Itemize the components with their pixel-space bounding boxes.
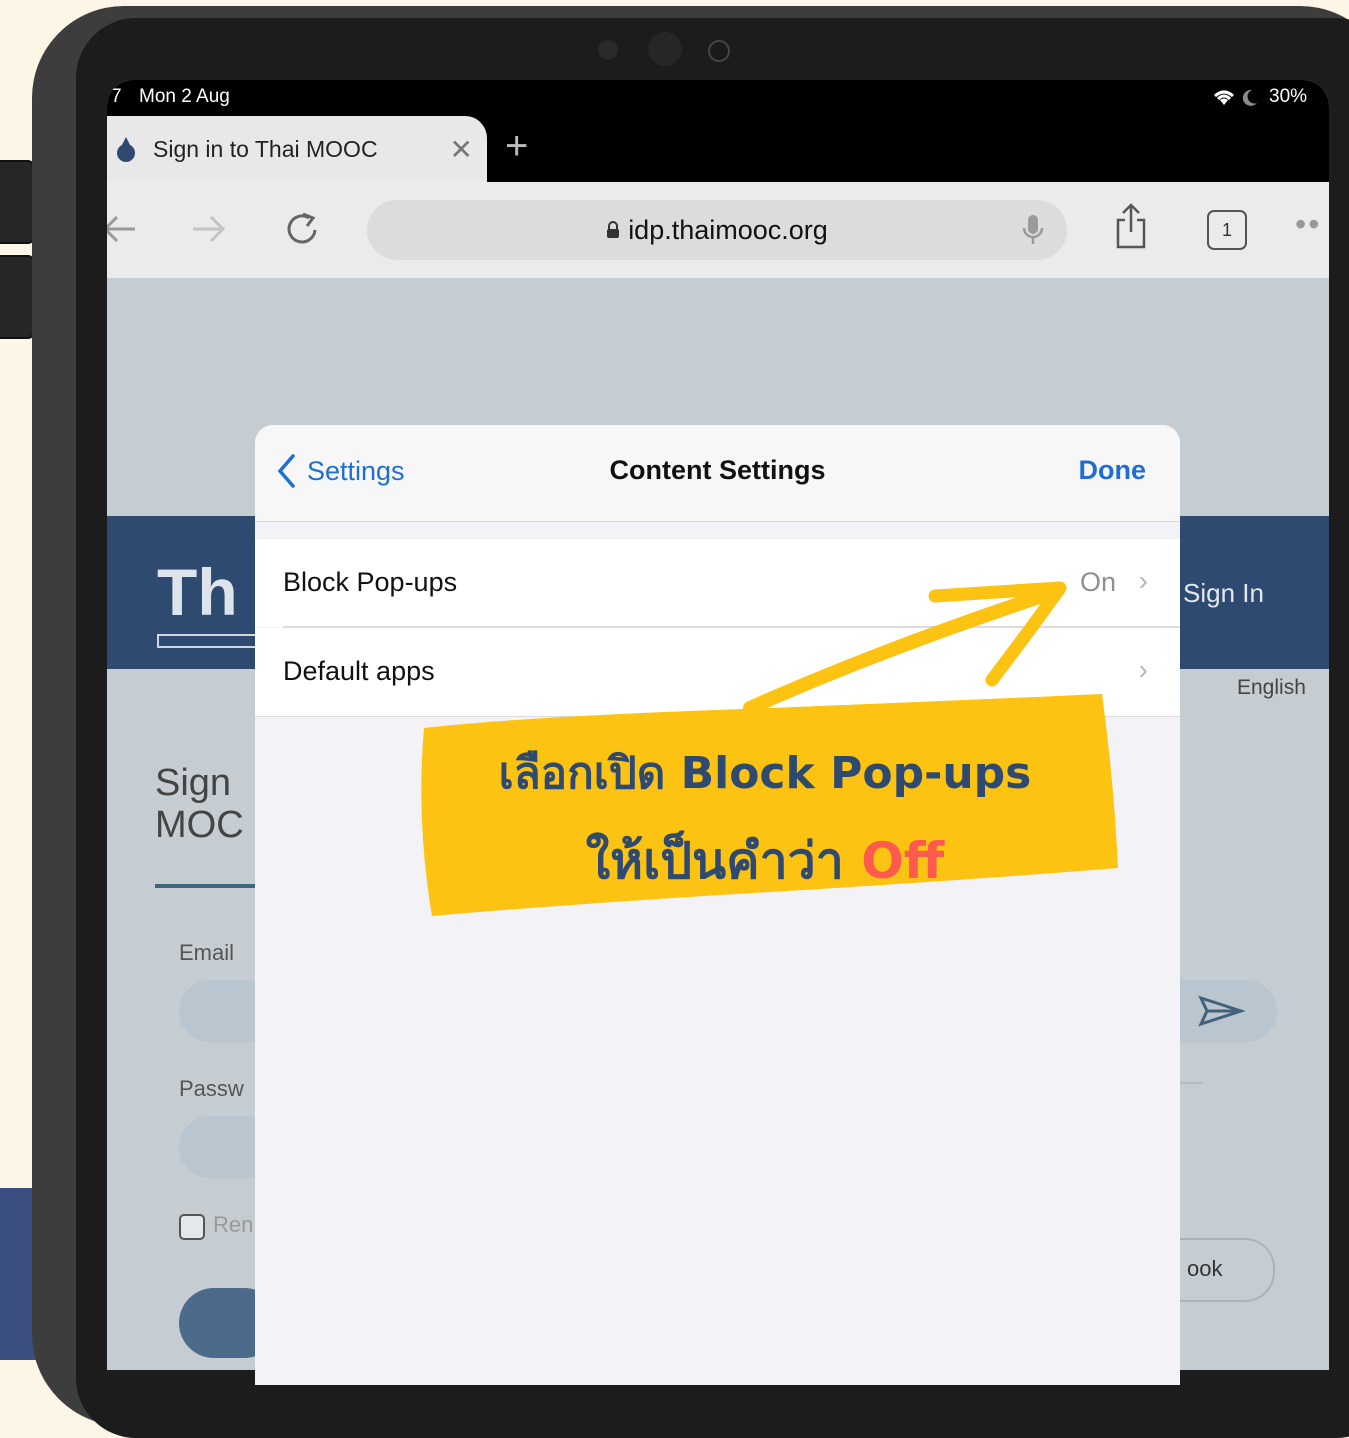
volume-up-button: [0, 160, 34, 244]
share-icon[interactable]: [1113, 202, 1149, 250]
email-label: Email: [179, 940, 235, 965]
new-tab-icon[interactable]: +: [505, 124, 528, 169]
send-icon: [1198, 995, 1245, 1027]
site-brand[interactable]: Th: [157, 554, 238, 630]
done-button[interactable]: Done: [1079, 455, 1147, 486]
battery-level: 30%: [1269, 86, 1308, 107]
page-heading-line2: MOC: [155, 804, 244, 846]
remember-label: Ren: [213, 1212, 254, 1237]
annotation-line2: ให้เป็นคำว่า Off: [410, 822, 1120, 901]
annotation-line1: เลือกเปิด Block Pop-ups: [498, 748, 1032, 799]
sheet-nav-bar: Settings Content Settings Done: [255, 425, 1180, 522]
password-label: Passw: [179, 1076, 244, 1101]
annotation-line2-prefix: ให้เป็นคำว่า: [585, 832, 844, 890]
sign-in-link[interactable]: Sign In: [1183, 578, 1264, 609]
lock-icon: [607, 221, 620, 238]
url-text: idp.thaimooc.org: [628, 214, 828, 245]
thaimooc-favicon-icon: [117, 137, 135, 162]
chevron-right-icon: ›: [1138, 654, 1148, 685]
sheet-title: Content Settings: [609, 455, 826, 485]
facebook-label: ook: [1187, 1256, 1223, 1281]
tab-bar: Sign in to Thai MOOC ✕ +: [107, 116, 1329, 182]
tab-count-button[interactable]: 1: [1207, 210, 1247, 250]
status-bar: 7 Mon 2 Aug 30%: [107, 80, 1329, 116]
row-label: Block Pop-ups: [283, 567, 458, 597]
forward-icon[interactable]: [189, 214, 229, 244]
annotation-callout: เลือกเปิด Block Pop-ups ให้เป็นคำว่า Off: [410, 692, 1120, 918]
camera-icon: [648, 32, 682, 66]
browser-tab[interactable]: Sign in to Thai MOOC ✕: [107, 116, 487, 182]
close-tab-icon[interactable]: ✕: [450, 133, 473, 166]
tab-title: Sign in to Thai MOOC: [153, 135, 378, 162]
page-heading-line1: Sign: [155, 762, 232, 804]
row-label: Default apps: [283, 656, 435, 686]
status-date: Mon 2 Aug: [139, 86, 230, 107]
moon-icon: [1242, 89, 1257, 106]
sensor-icon: [598, 40, 618, 60]
chevron-right-icon: ›: [1138, 565, 1148, 596]
camera-sensor-icon: [708, 40, 730, 62]
microphone-icon[interactable]: [1022, 214, 1044, 246]
language-selector[interactable]: English: [1237, 676, 1306, 700]
remember-checkbox[interactable]: [179, 1214, 205, 1240]
brand-underline: [157, 634, 271, 648]
status-time: 7: [111, 86, 122, 107]
heading-underline: [155, 884, 255, 888]
url-bar[interactable]: idp.thaimooc.org: [367, 200, 1067, 260]
more-icon[interactable]: ••: [1295, 206, 1321, 243]
annotation-highlight: Off: [861, 832, 945, 890]
back-icon[interactable]: [107, 214, 139, 244]
wifi-icon: [1214, 90, 1234, 105]
volume-down-button: [0, 255, 34, 339]
reload-icon[interactable]: [283, 210, 323, 248]
browser-toolbar: idp.thaimooc.org 1 ••: [107, 182, 1329, 279]
